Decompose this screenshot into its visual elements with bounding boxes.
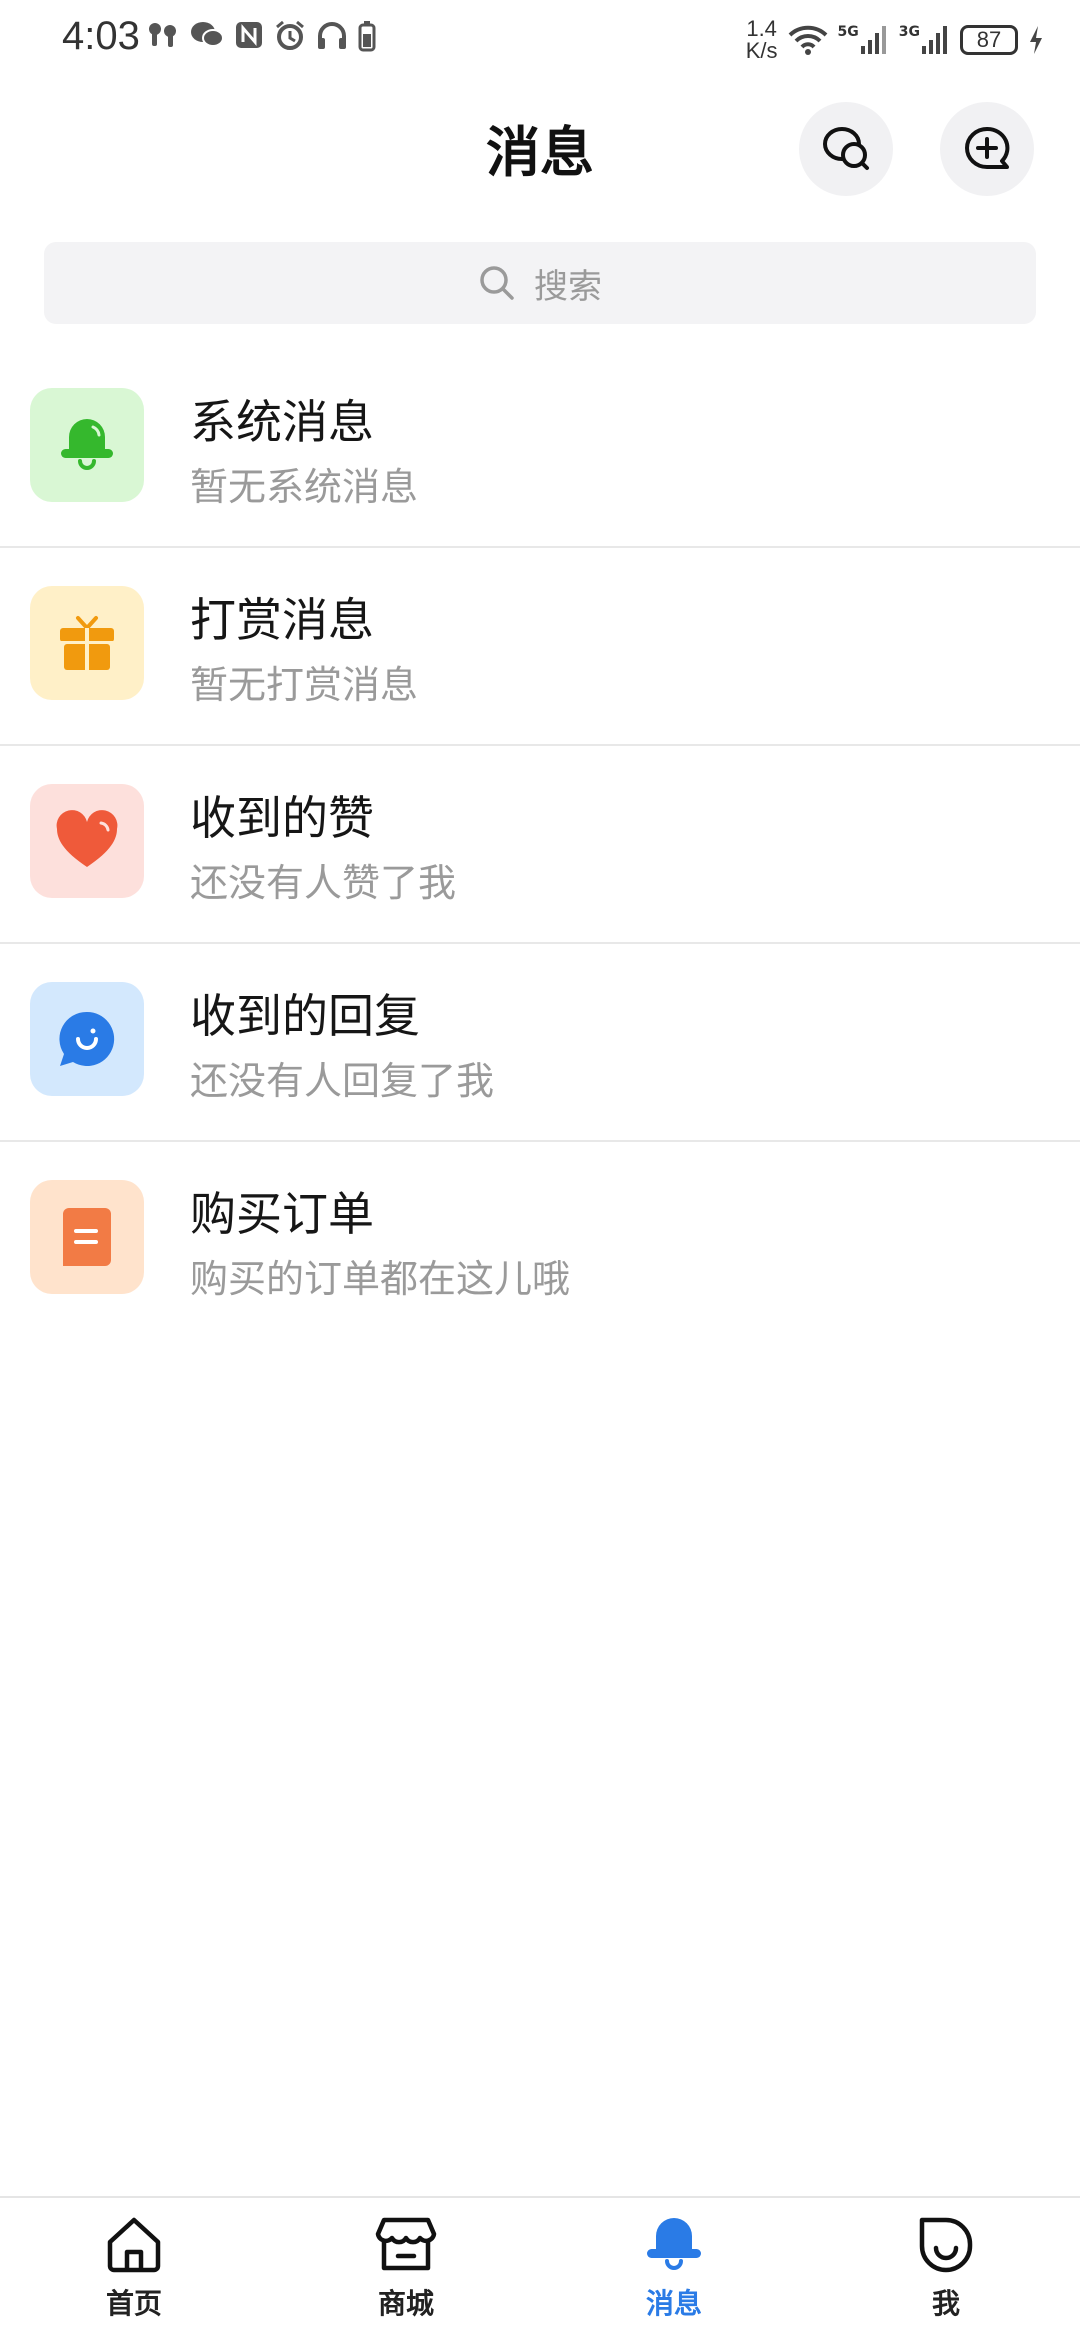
list-item-reward[interactable]: 打赏消息 暂无打赏消息 — [0, 548, 1080, 746]
item-title: 收到的赞 — [190, 791, 374, 845]
item-subtitle: 还没有人赞了我 — [190, 861, 457, 905]
nav-item-messages[interactable]: 消息 — [604, 2212, 744, 2332]
status-time: 4:03 — [62, 14, 140, 58]
item-title: 收到的回复 — [190, 989, 420, 1043]
list-item-likes[interactable]: 收到的赞 还没有人赞了我 — [0, 746, 1080, 944]
signal-5g-label: 5G — [837, 24, 859, 40]
wifi-icon — [788, 25, 827, 55]
search-input[interactable]: 搜索 — [44, 242, 1036, 324]
item-subtitle: 暂无打赏消息 — [190, 663, 419, 707]
item-title: 系统消息 — [190, 395, 374, 449]
search-placeholder: 搜索 — [534, 266, 602, 307]
item-subtitle: 购买的订单都在这儿哦 — [190, 1257, 571, 1301]
signal-bars-icon — [922, 26, 947, 54]
store-icon — [375, 2217, 437, 2271]
alarm-icon — [276, 20, 304, 50]
system-message-tile — [30, 388, 144, 502]
nav-label: 首页 — [105, 2287, 162, 2320]
earbuds-icon — [149, 23, 176, 47]
signal-5g: 5G — [838, 24, 889, 56]
nfc-icon — [236, 22, 262, 48]
nav-label: 消息 — [645, 2287, 702, 2320]
bottom-nav: 首页 商城 消息 我 — [0, 2196, 1080, 2342]
list-item-orders[interactable]: 购买订单 购买的订单都在这儿哦 — [0, 1142, 1080, 1338]
net-speed: 1.4 K/s — [746, 18, 778, 62]
search-icon — [480, 266, 514, 300]
contacts-chat-button[interactable] — [799, 102, 893, 196]
page-title: 消息 — [486, 121, 594, 184]
nav-label: 我 — [931, 2287, 960, 2320]
nav-item-home[interactable]: 首页 — [64, 2212, 204, 2332]
replies-message-tile — [30, 982, 144, 1096]
order-doc-icon — [63, 1208, 111, 1266]
message-category-list: 系统消息 暂无系统消息 打赏消息 暂无打赏消息 收到的赞 还没有人赞了我 收到的… — [0, 350, 1080, 1338]
header: 消息 — [0, 90, 1080, 200]
bell-icon — [647, 2218, 701, 2270]
signal-3g-label: 3G — [898, 24, 920, 40]
signal-3g: 3G — [899, 24, 950, 56]
net-speed-value: 1.4 — [746, 16, 777, 41]
heart-icon — [56, 810, 118, 867]
signal-bars-icon — [860, 26, 886, 54]
nav-label: 商城 — [377, 2287, 434, 2320]
nav-item-me[interactable]: 我 — [876, 2212, 1016, 2332]
home-icon — [107, 2217, 161, 2273]
nav-item-store[interactable]: 商城 — [336, 2212, 476, 2332]
add-chat-icon — [965, 126, 1010, 169]
new-chat-button[interactable] — [940, 102, 1034, 196]
orders-message-tile — [30, 1180, 144, 1294]
likes-message-tile — [30, 784, 144, 898]
list-item-replies[interactable]: 收到的回复 还没有人回复了我 — [0, 944, 1080, 1142]
item-subtitle: 暂无系统消息 — [190, 465, 419, 509]
wechat-icon — [191, 22, 224, 47]
item-title: 购买订单 — [190, 1187, 374, 1241]
status-right-group: 1.4 K/s 5G 3G 87 — [746, 18, 1044, 62]
net-speed-unit: K/s — [745, 38, 778, 63]
item-title: 打赏消息 — [190, 593, 374, 647]
headphones-icon — [318, 22, 346, 49]
battery-small-icon — [358, 21, 376, 52]
list-item-system[interactable]: 系统消息 暂无系统消息 — [0, 350, 1080, 548]
gift-icon — [60, 616, 114, 670]
chat-bubbles-icon — [823, 127, 869, 170]
status-notification-icons — [146, 20, 376, 52]
status-bar: 4:03 1.4 K/s 5G 3G 87 — [0, 0, 1080, 80]
bell-icon — [61, 419, 113, 470]
reply-bubble-icon — [59, 1011, 115, 1066]
item-subtitle: 还没有人回复了我 — [190, 1059, 495, 1103]
charging-icon — [1030, 26, 1042, 54]
profile-icon — [919, 2217, 973, 2273]
reward-message-tile — [30, 586, 144, 700]
battery-indicator: 87 — [960, 25, 1018, 55]
